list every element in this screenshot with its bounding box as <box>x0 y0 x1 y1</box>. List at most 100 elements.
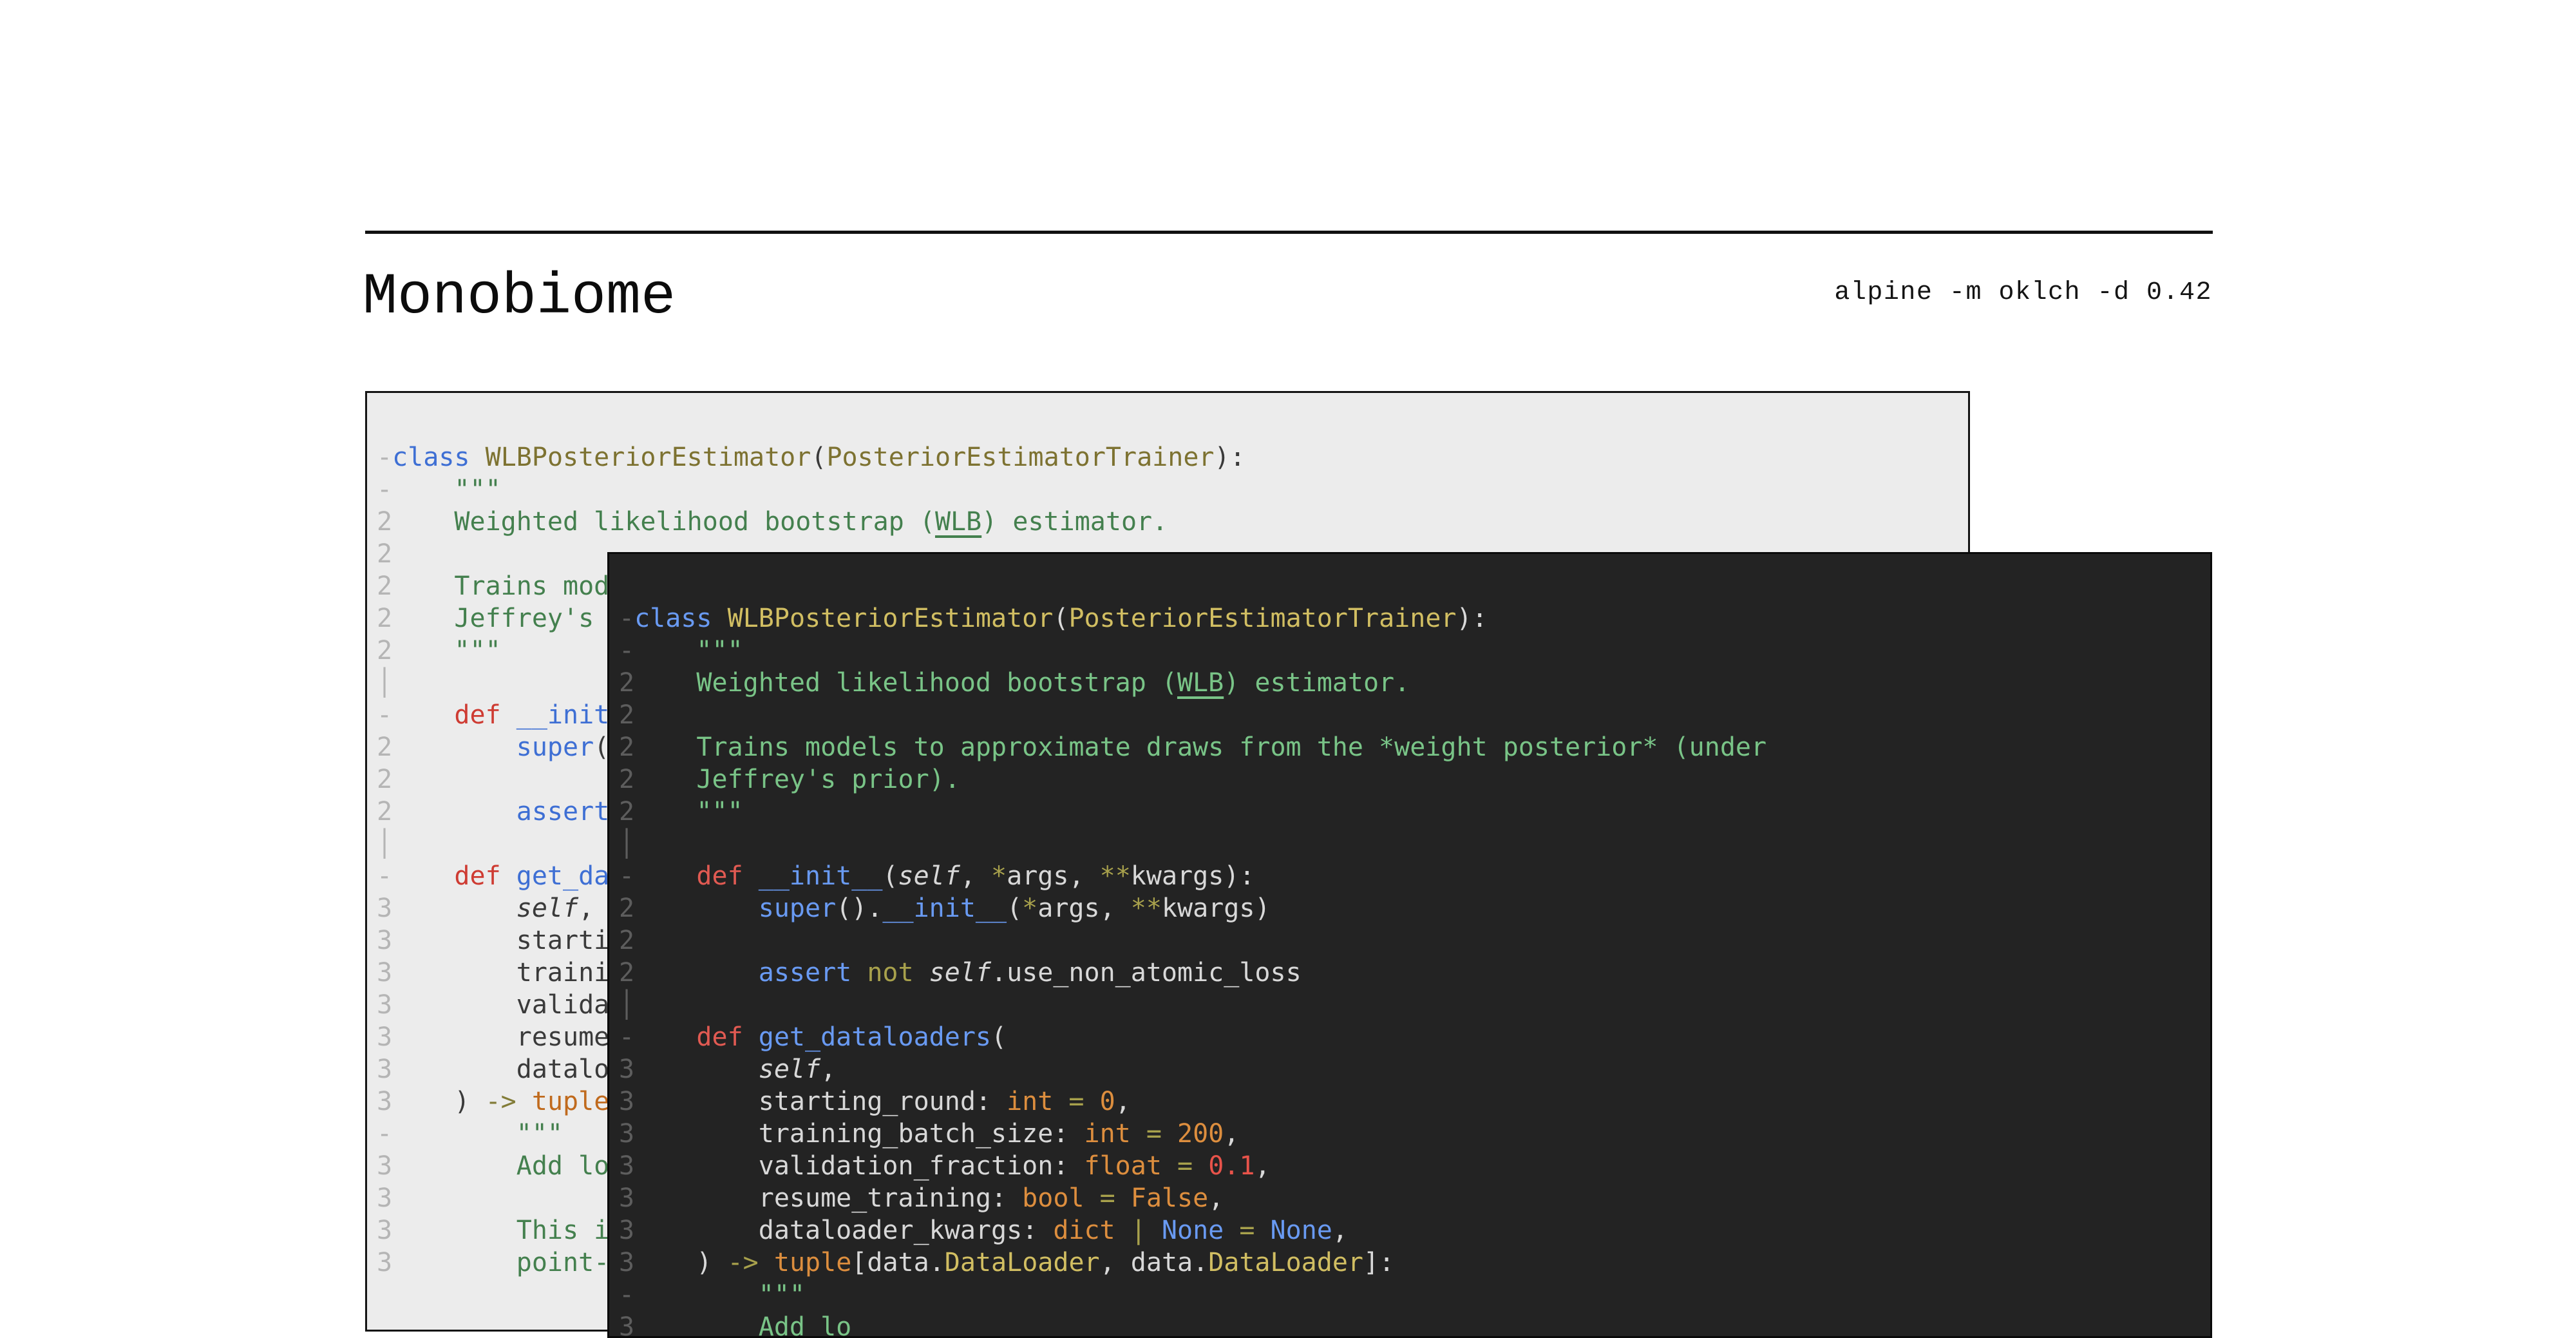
code-line: - def get_dataloaders( <box>619 1021 2210 1053</box>
gutter-glyph: 3 <box>619 1087 634 1116</box>
code-token <box>1053 1087 1068 1116</box>
gutter-glyph: - <box>619 1022 634 1052</box>
code-token: """ <box>454 475 500 504</box>
code-token <box>470 443 486 472</box>
code-token <box>392 861 454 891</box>
top-rule <box>365 231 2213 234</box>
code-token <box>634 894 759 923</box>
code-token: Add lo <box>516 1151 610 1181</box>
code-token: 200 <box>1177 1119 1224 1149</box>
code-token: def <box>454 861 500 891</box>
gutter-glyph: │ <box>377 668 392 698</box>
code-token: None <box>1271 1216 1332 1245</box>
gutter-glyph: 3 <box>619 1312 634 1338</box>
code-line: 3 training_batch_size: int = 200, <box>619 1118 2210 1150</box>
code-token: , <box>960 861 991 891</box>
gutter-glyph: 3 <box>619 1055 634 1084</box>
code-token: ** <box>1100 861 1131 891</box>
gutter-glyph: 2 <box>619 958 634 988</box>
code-token <box>759 1248 774 1277</box>
code-token: , <box>1208 1183 1224 1213</box>
code-token <box>1131 1119 1146 1149</box>
code-token <box>392 636 454 665</box>
code-token: float <box>1084 1151 1161 1181</box>
code-line: │ <box>619 828 2210 860</box>
gutter-glyph: 2 <box>619 732 634 762</box>
gutter-glyph: 3 <box>619 1119 634 1149</box>
code-token <box>1115 1183 1131 1213</box>
code-token: -> <box>486 1087 516 1116</box>
code-token <box>743 861 759 891</box>
code-token: super <box>516 732 594 762</box>
gutter-glyph: 3 <box>619 1248 634 1277</box>
code-line: -class WLBPosteriorEstimator(PosteriorEs… <box>619 602 2210 635</box>
code-token: WLB <box>935 507 981 537</box>
code-line: - """ <box>619 635 2210 667</box>
code-token: __init__ <box>759 861 883 891</box>
code-token: args, <box>1007 861 1100 891</box>
code-token: ) estimator. <box>1224 668 1410 698</box>
code-token <box>743 1022 759 1052</box>
code-line: 3 self, <box>619 1053 2210 1085</box>
code-token: args, <box>1037 894 1131 923</box>
code-line: 2 assert not self.use_non_atomic_loss <box>619 957 2210 989</box>
gutter-glyph: │ <box>377 829 392 859</box>
code-panel-dark: -class WLBPosteriorEstimator(PosteriorEs… <box>607 552 2212 1338</box>
code-token <box>392 1248 516 1277</box>
code-token <box>392 507 454 537</box>
gutter-glyph: 3 <box>377 894 392 923</box>
code-token <box>634 1312 759 1338</box>
render-settings-label: alpine -m oklch -d 0.42 <box>1834 280 2212 306</box>
gutter-glyph: 3 <box>377 1183 392 1213</box>
code-token: ( <box>1007 894 1022 923</box>
code-token: = <box>1068 1087 1084 1116</box>
code-token <box>1084 1183 1099 1213</box>
gutter-glyph: 2 <box>377 765 392 794</box>
code-token <box>634 636 696 665</box>
code-token: DataLoader <box>1208 1248 1363 1277</box>
gutter-glyph: │ <box>619 829 634 859</box>
code-token: int <box>1007 1087 1053 1116</box>
code-token: WLBPosteriorEstimator <box>728 604 1054 633</box>
code-token: tuple <box>532 1087 609 1116</box>
code-token: , <box>1224 1119 1239 1149</box>
code-token <box>392 1151 516 1181</box>
code-token <box>634 765 696 794</box>
code-line: - """ <box>619 1279 2210 1311</box>
gutter-glyph: - <box>619 636 634 665</box>
code-token: (). <box>836 894 882 923</box>
code-token <box>392 700 454 730</box>
code-token: def <box>696 861 743 891</box>
code-line: 2 Trains models to approximate draws fro… <box>619 731 2210 763</box>
code-token: Trains models to approximate draws from … <box>696 732 1766 762</box>
code-token <box>392 797 516 827</box>
code-token: int <box>1084 1119 1130 1149</box>
gutter-glyph: 3 <box>377 926 392 955</box>
code-token: point- <box>516 1248 610 1277</box>
code-line: 2 <box>619 924 2210 957</box>
code-token: Weighted likelihood bootstrap ( <box>696 668 1177 698</box>
code-token: """ <box>696 797 743 827</box>
code-token: ( <box>811 443 826 472</box>
code-token: = <box>1239 1216 1255 1245</box>
code-token: self <box>516 894 578 923</box>
code-token <box>1162 1119 1177 1149</box>
code-token: """ <box>454 636 500 665</box>
code-token: , <box>820 1055 836 1084</box>
code-token: WLBPosteriorEstimator <box>486 443 811 472</box>
code-token: ) <box>634 1248 728 1277</box>
code-token <box>392 475 454 504</box>
code-token: ** <box>1131 894 1162 923</box>
code-token: self <box>759 1055 820 1084</box>
code-token <box>1084 1087 1100 1116</box>
code-line: 2 <box>619 699 2210 731</box>
code-token: | <box>1131 1216 1146 1245</box>
code-token: ( <box>882 861 898 891</box>
code-line: 3 dataloader_kwargs: dict | None = None, <box>619 1214 2210 1247</box>
code-token <box>634 668 696 698</box>
gutter-glyph: 3 <box>377 1022 392 1052</box>
code-token <box>392 1216 516 1245</box>
code-line: -class WLBPosteriorEstimator(PosteriorEs… <box>377 441 1968 473</box>
code-token: [data. <box>851 1248 945 1277</box>
code-token: , <box>1115 1087 1131 1116</box>
